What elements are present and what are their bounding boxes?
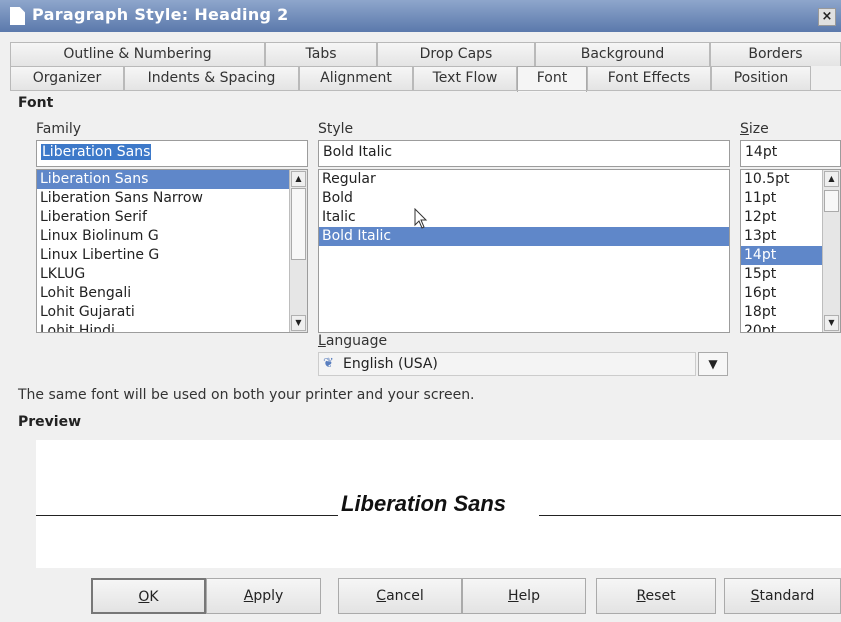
scroll-thumb[interactable] [291,188,306,260]
tab-row-top: Outline & Numbering Tabs Drop Caps Backg… [10,42,841,66]
style-option[interactable]: Bold Italic [319,227,729,246]
tab-row-bottom: Organizer Indents & Spacing Alignment Te… [10,66,811,92]
scroll-down-arrow-icon[interactable]: ▼ [291,315,306,331]
baseline-right [539,515,841,516]
title-bar: Paragraph Style: Heading 2 × [0,0,841,32]
tab-background[interactable]: Background [535,42,710,66]
preview-heading: Preview [18,414,82,430]
tab-borders[interactable]: Borders [710,42,841,66]
reset-button[interactable]: Reset [596,578,716,614]
language-value: English (USA) [343,356,438,372]
tab-tabs[interactable]: Tabs [265,42,377,66]
window-title: Paragraph Style: Heading 2 [32,5,289,24]
size-scrollbar[interactable]: ▲ ▼ [822,170,840,332]
font-section-heading: Font [18,95,54,111]
font-info-text: The same font will be used on both your … [18,387,475,403]
style-input[interactable]: Bold Italic [318,140,730,167]
family-scrollbar[interactable]: ▲ ▼ [289,170,307,332]
tab-drop-caps[interactable]: Drop Caps [377,42,535,66]
language-dropdown-button[interactable]: ▼ [698,352,728,376]
style-list[interactable]: Regular Bold Italic Bold Italic [318,169,730,333]
family-label: Family [36,121,82,137]
language-label: Language [318,333,388,349]
tab-text-flow[interactable]: Text Flow [413,66,517,90]
baseline-left [36,515,338,516]
tab-indents-spacing[interactable]: Indents & Spacing [124,66,299,90]
tab-alignment[interactable]: Alignment [299,66,413,90]
tab-position[interactable]: Position [711,66,811,90]
tab-outline-numbering[interactable]: Outline & Numbering [10,42,265,66]
apply-button[interactable]: Apply [206,578,321,614]
family-option[interactable]: LKLUG [37,265,307,284]
tab-font-effects[interactable]: Font Effects [587,66,711,90]
close-button[interactable]: × [818,8,836,26]
family-option[interactable]: Lohit Bengali [37,284,307,303]
scroll-down-arrow-icon[interactable]: ▼ [824,315,839,331]
family-input[interactable]: Liberation Sans [36,140,308,167]
document-icon [10,7,25,25]
style-option[interactable]: Bold [319,189,729,208]
family-option[interactable]: Liberation Sans [37,170,307,189]
size-label: Size [740,121,769,137]
help-button[interactable]: Help [462,578,586,614]
cancel-button[interactable]: Cancel [338,578,462,614]
scroll-up-arrow-icon[interactable]: ▲ [824,171,839,187]
family-option[interactable]: Linux Libertine G [37,246,307,265]
family-input-value: Liberation Sans [41,144,152,160]
style-label: Style [318,121,354,137]
size-list[interactable]: 10.5pt 11pt 12pt 13pt 14pt 15pt 16pt 18p… [740,169,841,333]
preview-area: Liberation Sans [36,440,841,568]
scroll-up-arrow-icon[interactable]: ▲ [291,171,306,187]
ok-button[interactable]: OK [91,578,206,614]
tab-font[interactable]: Font [517,66,587,92]
family-option[interactable]: Lohit Hindi [37,322,307,332]
family-option[interactable]: Linux Biolinum G [37,227,307,246]
standard-button[interactable]: Standard [724,578,841,614]
tab-organizer[interactable]: Organizer [10,66,124,90]
family-option[interactable]: Lohit Gujarati [37,303,307,322]
preview-sample-text: Liberation Sans [341,491,507,516]
family-option[interactable]: Liberation Sans Narrow [37,189,307,208]
style-option[interactable]: Italic [319,208,729,227]
family-list[interactable]: Liberation Sans Liberation Sans Narrow L… [36,169,308,333]
language-select[interactable]: ❦ English (USA) [318,352,696,376]
size-input[interactable]: 14pt [740,140,841,167]
language-flag-icon: ❦ [323,356,334,371]
mouse-cursor-icon [414,208,428,229]
family-option[interactable]: Liberation Serif [37,208,307,227]
style-option[interactable]: Regular [319,170,729,189]
scroll-thumb[interactable] [824,190,839,212]
